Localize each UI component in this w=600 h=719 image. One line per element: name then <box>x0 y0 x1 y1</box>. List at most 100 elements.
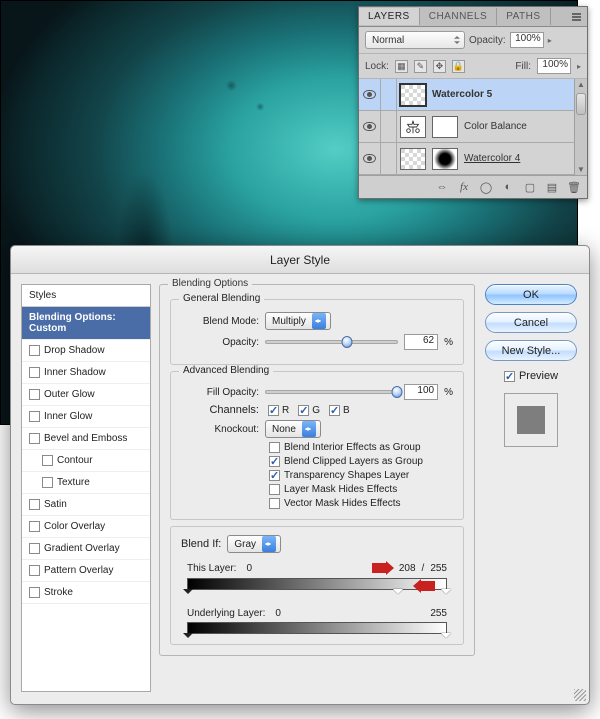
style-satin[interactable]: Satin <box>22 494 150 516</box>
opacity-input[interactable]: 100% <box>510 32 544 48</box>
checkbox[interactable] <box>298 405 309 416</box>
slider-thumb[interactable] <box>392 386 403 398</box>
checkbox[interactable] <box>269 442 280 453</box>
checkbox[interactable] <box>269 456 280 467</box>
link-layers-icon[interactable]: ⇔ <box>435 180 449 194</box>
checkbox[interactable] <box>29 389 40 400</box>
styles-header[interactable]: Styles <box>22 285 150 307</box>
checkbox[interactable] <box>29 411 40 422</box>
checkbox[interactable] <box>42 477 53 488</box>
link-col[interactable] <box>381 79 397 110</box>
white-stop[interactable] <box>441 633 451 643</box>
layer-name[interactable]: Watercolor 5 <box>432 89 492 100</box>
new-group-icon[interactable]: ▢ <box>523 180 537 194</box>
white-stop[interactable] <box>441 589 451 599</box>
checkbox[interactable] <box>29 433 40 444</box>
channel-b[interactable]: B <box>329 405 350 416</box>
layer-name[interactable]: Color Balance <box>464 121 527 132</box>
slider-thumb[interactable] <box>342 336 353 348</box>
underlying-gradient[interactable] <box>187 622 447 634</box>
fill-opacity-slider[interactable] <box>265 390 398 394</box>
adjustment-thumbnail[interactable] <box>400 116 426 138</box>
add-mask-icon[interactable]: ◯ <box>479 180 493 194</box>
layers-scrollbar[interactable] <box>574 79 587 175</box>
fill-input[interactable]: 100% <box>537 58 571 74</box>
preview-toggle[interactable]: Preview <box>504 370 558 382</box>
cancel-button[interactable]: Cancel <box>485 312 577 333</box>
opacity-value-input[interactable]: 62 <box>404 334 438 350</box>
checkbox[interactable] <box>29 565 40 576</box>
layer-row[interactable]: Color Balance <box>359 111 587 143</box>
panel-menu-icon[interactable] <box>568 9 584 25</box>
scrollbar-thumb[interactable] <box>576 93 586 115</box>
blend-mode-select[interactable]: Multiply <box>265 312 331 330</box>
link-col[interactable] <box>381 143 397 174</box>
opacity-slider[interactable] <box>265 340 398 344</box>
tab-channels[interactable]: CHANNELS <box>420 8 497 25</box>
checkbox[interactable] <box>504 371 515 382</box>
style-texture[interactable]: Texture <box>22 472 150 494</box>
lock-pixels-icon[interactable]: ✎ <box>414 60 427 73</box>
knockout-select[interactable]: None <box>265 420 321 438</box>
style-pattern-overlay[interactable]: Pattern Overlay <box>22 560 150 582</box>
lock-transparency-icon[interactable]: ▦ <box>395 60 408 73</box>
checkbox[interactable] <box>29 521 40 532</box>
lock-all-icon[interactable]: 🔒 <box>452 60 465 73</box>
opt-layer-mask-hides[interactable]: Layer Mask Hides Effects <box>269 484 453 495</box>
channel-g[interactable]: G <box>298 405 320 416</box>
checkbox[interactable] <box>269 498 280 509</box>
style-color-overlay[interactable]: Color Overlay <box>22 516 150 538</box>
checkbox[interactable] <box>329 405 340 416</box>
style-gradient-overlay[interactable]: Gradient Overlay <box>22 538 150 560</box>
layer-mask-thumbnail[interactable] <box>432 148 458 170</box>
opt-transparency-shapes[interactable]: Transparency Shapes Layer <box>269 470 453 481</box>
layer-thumbnail[interactable] <box>400 84 426 106</box>
link-col[interactable] <box>381 111 397 142</box>
channel-r[interactable]: R <box>268 405 289 416</box>
adjustment-layer-icon[interactable]: ◐ <box>501 180 515 194</box>
fill-opacity-input[interactable]: 100 <box>404 384 438 400</box>
tab-paths[interactable]: PATHS <box>497 8 550 25</box>
black-stop[interactable] <box>183 633 193 643</box>
checkbox[interactable] <box>269 470 280 481</box>
visibility-eye-icon[interactable] <box>363 122 376 131</box>
layer-row[interactable]: Watercolor 4 <box>359 143 587 175</box>
delete-layer-icon[interactable]: 🗑 <box>567 180 581 194</box>
black-stop[interactable] <box>183 589 193 599</box>
opt-blend-interior[interactable]: Blend Interior Effects as Group <box>269 442 453 453</box>
lock-position-icon[interactable]: ✥ <box>433 60 446 73</box>
style-inner-shadow[interactable]: Inner Shadow <box>22 362 150 384</box>
opt-vector-mask-hides[interactable]: Vector Mask Hides Effects <box>269 498 453 509</box>
new-layer-icon[interactable]: ▤ <box>545 180 559 194</box>
style-drop-shadow[interactable]: Drop Shadow <box>22 340 150 362</box>
white-stop-split-left[interactable] <box>393 589 403 599</box>
checkbox[interactable] <box>42 455 53 466</box>
tab-layers[interactable]: LAYERS <box>359 8 420 25</box>
resize-grip-icon[interactable] <box>574 689 586 701</box>
new-style-button[interactable]: New Style... <box>485 340 577 361</box>
style-contour[interactable]: Contour <box>22 450 150 472</box>
style-bevel-emboss[interactable]: Bevel and Emboss <box>22 428 150 450</box>
opt-blend-clipped[interactable]: Blend Clipped Layers as Group <box>269 456 453 467</box>
checkbox[interactable] <box>29 345 40 356</box>
blend-if-select[interactable]: Gray <box>227 535 281 553</box>
visibility-eye-icon[interactable] <box>363 154 376 163</box>
style-outer-glow[interactable]: Outer Glow <box>22 384 150 406</box>
checkbox[interactable] <box>29 367 40 378</box>
layer-blend-mode-select[interactable]: Normal <box>365 31 465 49</box>
fill-popup-icon[interactable]: ▸ <box>577 62 581 71</box>
layer-thumbnail[interactable] <box>400 148 426 170</box>
style-blending-options[interactable]: Blending Options: Custom <box>22 307 150 340</box>
style-stroke[interactable]: Stroke <box>22 582 150 604</box>
layer-mask-thumbnail[interactable] <box>432 116 458 138</box>
checkbox[interactable] <box>29 543 40 554</box>
layer-style-fx-icon[interactable]: fx <box>457 180 471 194</box>
checkbox[interactable] <box>269 484 280 495</box>
checkbox[interactable] <box>29 499 40 510</box>
layer-row[interactable]: Watercolor 5 <box>359 79 587 111</box>
opacity-popup-icon[interactable]: ▸ <box>548 36 552 45</box>
checkbox[interactable] <box>29 587 40 598</box>
visibility-eye-icon[interactable] <box>363 90 376 99</box>
checkbox[interactable] <box>268 405 279 416</box>
style-inner-glow[interactable]: Inner Glow <box>22 406 150 428</box>
